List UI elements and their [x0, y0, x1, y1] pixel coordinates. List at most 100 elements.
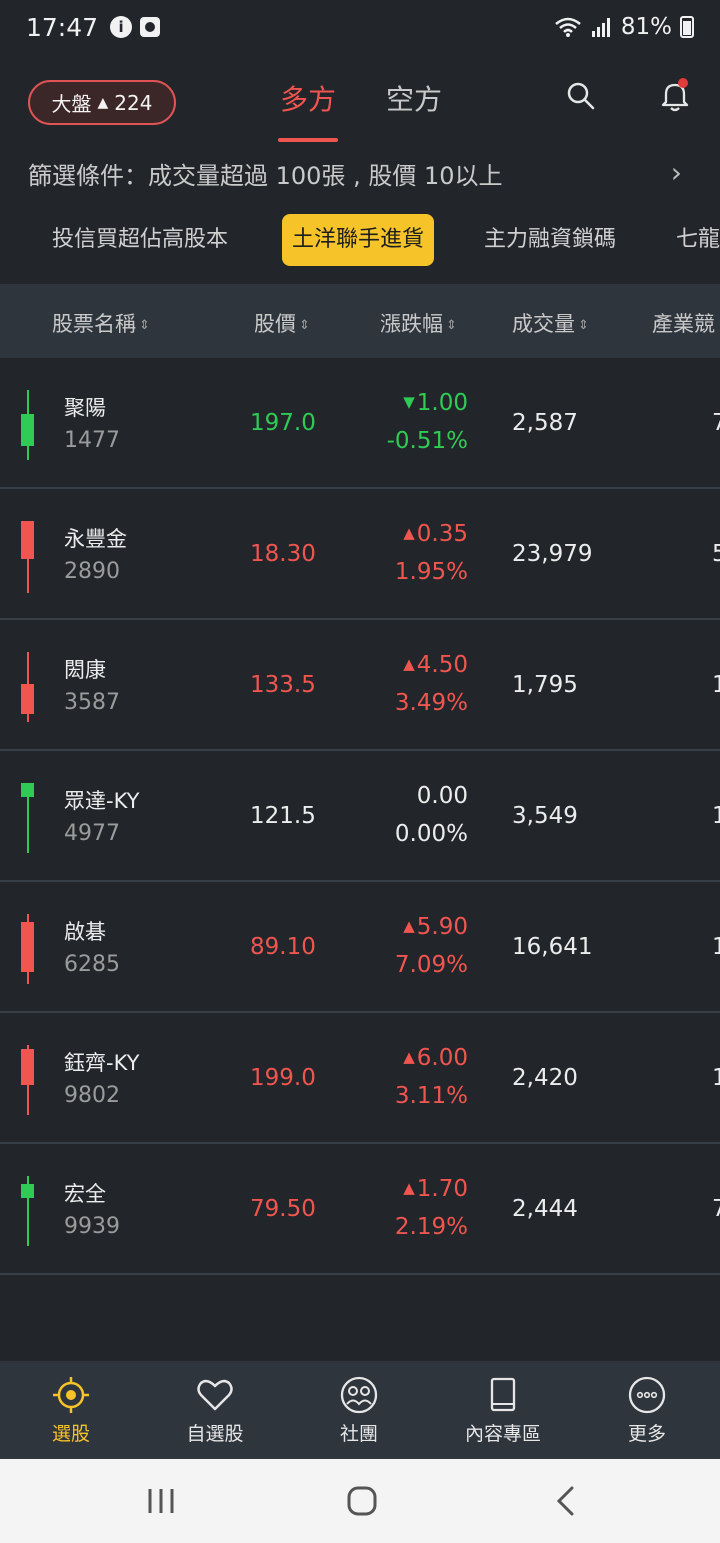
- stock-name: 閎康: [64, 658, 106, 682]
- strategy-tab-3[interactable]: 主力融資鎖碼: [484, 214, 616, 266]
- status-time: 17:47: [26, 12, 99, 42]
- stock-code: 1477: [64, 428, 120, 453]
- stock-industry-rank: 7: [712, 410, 720, 436]
- triangle-up-icon: ▲: [97, 94, 109, 111]
- bottom-nav-more[interactable]: 更多: [592, 1375, 702, 1446]
- stock-industry-rank: 1(: [712, 803, 720, 829]
- column-header-change[interactable]: 漲跌幅 ⇕: [380, 308, 457, 338]
- media-icon: [140, 17, 161, 37]
- more-icon: [628, 1376, 666, 1414]
- table-row[interactable]: 啟碁 6285 89.10 ▲5.90 7.09% 16,641 1: [0, 882, 720, 1013]
- stock-change-percent: -0.51%: [386, 428, 468, 454]
- market-index-pill[interactable]: 大盤 ▲ 224: [28, 80, 176, 125]
- stock-name: 鈺齊-KY: [64, 1051, 140, 1075]
- stock-change: ▲1.70: [403, 1176, 468, 1202]
- stock-change: ▼1.00: [403, 390, 468, 416]
- sort-icon: ⇕: [139, 318, 150, 333]
- table-row[interactable]: 永豐金 2890 18.30 ▲0.35 1.95% 23,979 5: [0, 489, 720, 620]
- tab-bull[interactable]: 多方: [280, 78, 336, 118]
- stock-change-percent: 1.95%: [394, 559, 468, 585]
- top-nav: 大盤 ▲ 224 多方 空方: [0, 60, 720, 150]
- status-bar: 17:47 i 81%: [0, 0, 720, 54]
- table-header: 股票名稱 ⇕ 股價 ⇕ 漲跌幅 ⇕ 成交量 ⇕ 產業競: [0, 284, 720, 358]
- back-icon[interactable]: [552, 1485, 578, 1517]
- tab-bear[interactable]: 空方: [386, 78, 442, 118]
- heart-icon: [197, 1379, 233, 1411]
- table-row[interactable]: 鈺齊-KY 9802 199.0 ▲6.00 3.11% 2,420 1(: [0, 1013, 720, 1144]
- stock-table: 聚陽 1477 197.0 ▼1.00 -0.51% 2,587 7 永豐金 2890 18.30…: [0, 358, 720, 1275]
- bottom-nav-watchlist[interactable]: 自選股: [160, 1375, 270, 1446]
- table-row[interactable]: 眾達-KY 4977 121.5 0.00 0.00% 3,549 1(: [0, 751, 720, 882]
- home-icon[interactable]: [346, 1485, 378, 1517]
- stock-volume: 2,420: [512, 1065, 578, 1091]
- stock-code: 4977: [64, 821, 120, 846]
- wifi-icon: [555, 17, 581, 37]
- stock-code: 6285: [64, 952, 120, 977]
- stock-industry-rank: 1(: [712, 672, 720, 698]
- stock-industry-rank: 1(: [712, 1065, 720, 1091]
- battery-icon: [680, 16, 694, 38]
- recent-apps-icon[interactable]: [146, 1485, 176, 1517]
- bottom-nav: 選股 自選股 社團 內容專區 更多: [0, 1361, 720, 1459]
- stock-change-percent: 2.19%: [394, 1214, 468, 1240]
- info-icon: i: [110, 16, 133, 38]
- strategy-tab-2[interactable]: 土洋聯手進貨: [282, 214, 435, 266]
- triangle-up-icon: ▲: [403, 655, 415, 673]
- sort-icon: ⇕: [299, 318, 310, 333]
- search-icon[interactable]: [566, 80, 596, 112]
- strategy-tab-4[interactable]: 七龍: [676, 214, 720, 266]
- stock-name: 宏全: [64, 1182, 106, 1206]
- table-row[interactable]: 閎康 3587 133.5 ▲4.50 3.49% 1,795 1(: [0, 620, 720, 751]
- filter-conditions[interactable]: 篩選條件：成交量超過 100張 , 股價 10以上 ›: [0, 150, 720, 196]
- group-icon: [340, 1376, 378, 1414]
- stock-name: 永豐金: [64, 527, 127, 551]
- tab-active-indicator: [278, 138, 338, 142]
- stock-price: 199.0: [250, 1065, 316, 1091]
- stock-volume: 2,587: [512, 410, 578, 436]
- strategy-tab-1[interactable]: 投信買超佔高股本: [52, 214, 228, 266]
- column-header-industry[interactable]: 產業競: [652, 308, 715, 338]
- stock-code: 3587: [64, 690, 120, 715]
- notification-dot: [678, 78, 688, 88]
- stock-change-percent: 3.49%: [394, 690, 468, 716]
- market-index-label: 大盤: [51, 92, 92, 116]
- signal-icon: [591, 18, 610, 37]
- triangle-up-icon: ▲: [403, 917, 415, 935]
- stock-change-percent: 0.00%: [394, 821, 468, 847]
- triangle-up-icon: ▲: [403, 1048, 415, 1066]
- triangle-up-icon: ▲: [403, 1179, 415, 1197]
- strategy-tabs: 投信買超佔高股本 土洋聯手進貨 主力融資鎖碼 七龍: [0, 212, 720, 270]
- target-icon: [53, 1377, 89, 1413]
- battery-percent: 81%: [620, 14, 672, 40]
- system-nav-bar: [0, 1459, 720, 1543]
- bottom-nav-community[interactable]: 社團: [304, 1375, 414, 1446]
- stock-price: 133.5: [250, 672, 316, 698]
- stock-volume: 3,549: [512, 803, 578, 829]
- filter-text: 篩選條件：成交量超過 100張 , 股價 10以上: [28, 161, 503, 190]
- stock-name: 聚陽: [64, 396, 106, 420]
- column-header-price[interactable]: 股價 ⇕: [254, 308, 310, 338]
- stock-volume: 23,979: [512, 541, 593, 567]
- chevron-right-icon: ›: [670, 156, 682, 189]
- stock-change: 0.00: [416, 783, 468, 809]
- stock-code: 9939: [64, 1214, 120, 1239]
- table-row[interactable]: 聚陽 1477 197.0 ▼1.00 -0.51% 2,587 7: [0, 358, 720, 489]
- column-header-name[interactable]: 股票名稱 ⇕: [52, 308, 150, 338]
- stock-volume: 16,641: [512, 934, 593, 960]
- stock-change: ▲6.00: [403, 1045, 468, 1071]
- stock-industry-rank: 5: [712, 541, 720, 567]
- stock-price: 89.10: [250, 934, 316, 960]
- stock-change-percent: 3.11%: [394, 1083, 468, 1109]
- bottom-nav-content[interactable]: 內容專區: [448, 1375, 558, 1446]
- stock-code: 9802: [64, 1083, 120, 1108]
- stock-code: 2890: [64, 559, 120, 584]
- table-row[interactable]: 宏全 9939 79.50 ▲1.70 2.19% 2,444 7: [0, 1144, 720, 1275]
- stock-change: ▲5.90: [403, 914, 468, 940]
- bottom-nav-screener[interactable]: 選股: [16, 1375, 126, 1446]
- triangle-up-icon: ▲: [403, 524, 415, 542]
- book-icon: [490, 1377, 516, 1412]
- stock-name: 啟碁: [64, 920, 106, 944]
- stock-price: 197.0: [250, 410, 316, 436]
- sort-icon: ⇕: [578, 318, 589, 333]
- column-header-volume[interactable]: 成交量 ⇕: [512, 308, 589, 338]
